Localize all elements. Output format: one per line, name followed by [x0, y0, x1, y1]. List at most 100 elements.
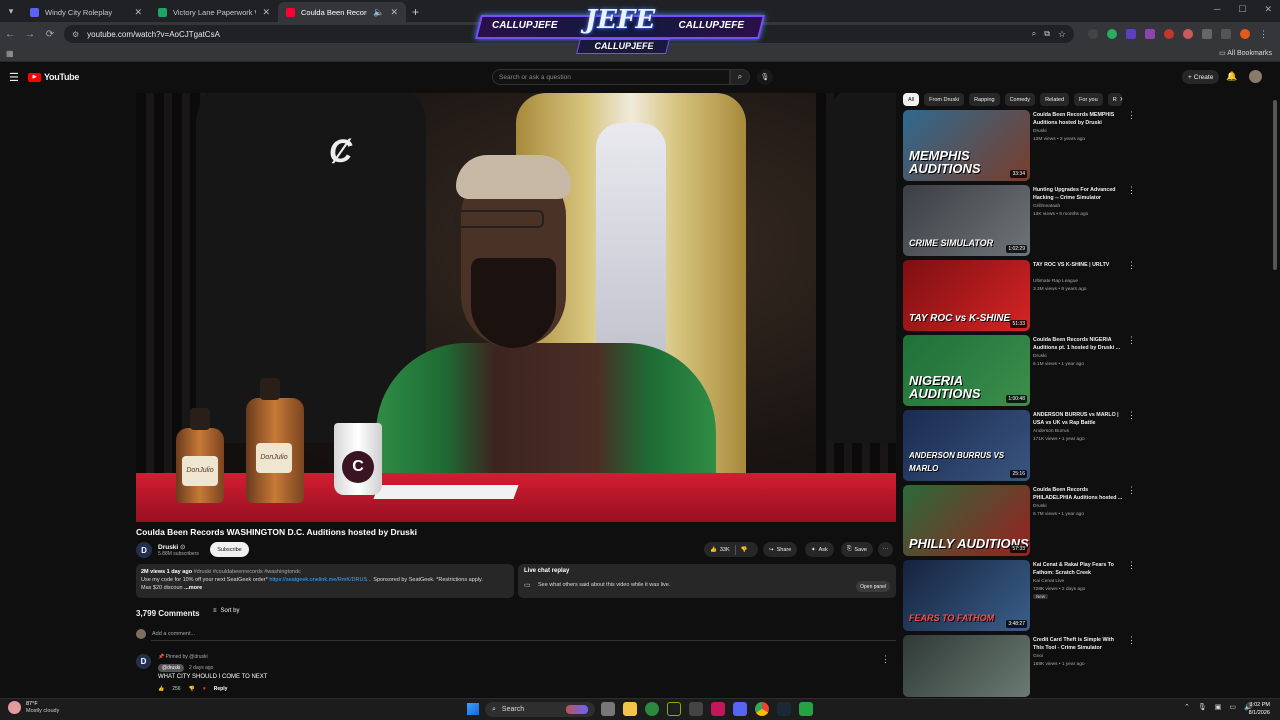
scrollbar-thumb[interactable]: [1273, 100, 1277, 270]
app-icon[interactable]: [799, 702, 813, 716]
like-count[interactable]: 33K: [720, 547, 730, 553]
maximize-icon[interactable]: ☐: [1238, 4, 1246, 15]
all-bookmarks-link[interactable]: ▭ All Bookmarks: [1219, 49, 1272, 57]
steam-icon[interactable]: [777, 702, 791, 716]
microphone-icon[interactable]: 🎙: [757, 69, 773, 85]
file-explorer-icon[interactable]: [623, 702, 637, 716]
youtube-logo[interactable]: ▶ YouTube: [28, 72, 79, 82]
notifications-bell-icon[interactable]: 🔔: [1226, 71, 1237, 82]
windows-start-icon[interactable]: [467, 703, 479, 715]
recommended-video[interactable]: Credit Card Theft is Simple With This To…: [903, 635, 1143, 707]
more-options-icon[interactable]: ⋮: [1127, 560, 1136, 571]
video-thumbnail[interactable]: NIGERIA AUDITIONS 1:00:48: [903, 335, 1030, 406]
chevron-right-icon[interactable]: ›: [1120, 94, 1123, 103]
channel-name[interactable]: Druski: [1033, 129, 1047, 134]
xbox-icon[interactable]: [645, 702, 659, 716]
add-comment-field[interactable]: Add a comment...: [136, 628, 896, 641]
video-thumbnail[interactable]: PHILLY AUDITIONS 57:33: [903, 485, 1030, 556]
close-icon[interactable]: ✕: [262, 7, 270, 18]
reading-list-icon[interactable]: [1221, 29, 1231, 39]
page-scrollbar[interactable]: [1270, 90, 1280, 698]
extensions-puzzle-icon[interactable]: [1202, 29, 1212, 39]
install-icon[interactable]: ⧉: [1044, 29, 1050, 39]
more-options-icon[interactable]: ⋮: [1127, 485, 1136, 496]
chip-related[interactable]: Related: [1040, 93, 1070, 106]
recommended-video[interactable]: NIGERIA AUDITIONS 1:00:48 Coulda Been Rec…: [903, 335, 1143, 407]
chip-comedy[interactable]: Comedy: [1004, 93, 1036, 106]
task-view-icon[interactable]: [601, 702, 615, 716]
system-clock[interactable]: 3:02 PM 8/1/2026: [1249, 701, 1270, 717]
more-options-icon[interactable]: ⋮: [1127, 410, 1136, 421]
recommended-video[interactable]: CRIME SIMULATOR 1:02:29 Hunting Upgrades …: [903, 185, 1143, 257]
nvidia-icon[interactable]: [667, 702, 681, 716]
close-window-icon[interactable]: ✕: [1264, 4, 1272, 15]
description-box[interactable]: 2M views 1 day ago #druski #couldabeenre…: [136, 564, 514, 598]
profile-avatar[interactable]: [1240, 29, 1250, 39]
more-options-icon[interactable]: ⋮: [1127, 635, 1136, 646]
comment-author[interactable]: @druski: [158, 664, 185, 672]
show-more-link[interactable]: ...more: [184, 585, 202, 591]
chrome-icon[interactable]: [755, 702, 769, 716]
commenter-avatar[interactable]: D: [136, 654, 151, 669]
channel-name[interactable]: Anderson Burrus: [1033, 429, 1069, 434]
apps-icon[interactable]: ▦: [6, 49, 14, 58]
channel-name[interactable]: Gnoi: [1033, 654, 1043, 659]
create-button[interactable]: + Create: [1182, 70, 1220, 84]
video-player[interactable]: Ȼ DonJulio DonJulio C: [136, 93, 896, 522]
tab-coulda-been-records[interactable]: Coulda Been Records WASHI 🔈 ✕: [278, 2, 406, 22]
comment-menu-icon[interactable]: ⋮: [881, 654, 890, 665]
comment-time[interactable]: 2 days ago: [189, 665, 213, 671]
network-icon[interactable]: ▭: [1229, 703, 1236, 711]
app-icon[interactable]: [711, 702, 725, 716]
extension-icon[interactable]: [1088, 29, 1098, 39]
tab-search-icon[interactable]: ▾: [0, 0, 22, 22]
recommended-video[interactable]: MEMPHIS AUDITIONS 33:34 Coulda Been Recor…: [903, 110, 1143, 182]
app-tray-icon[interactable]: ▣: [1215, 703, 1222, 711]
discord-icon[interactable]: [733, 702, 747, 716]
channel-name[interactable]: Kai Cenat Live: [1033, 579, 1064, 584]
comment-like-icon[interactable]: 👍: [158, 686, 164, 692]
hashtags[interactable]: #druski #couldabeenrecords #washingtondc: [194, 569, 301, 575]
sort-by-button[interactable]: ≡ Sort by: [213, 608, 240, 614]
share-button[interactable]: ↪ Share: [763, 542, 798, 557]
like-icon[interactable]: 👍: [710, 547, 717, 553]
menu-icon[interactable]: ⋮: [1259, 29, 1268, 40]
video-thumbnail[interactable]: ANDERSON BURRUS VS MARLO 25:16: [903, 410, 1030, 481]
minimize-icon[interactable]: ─: [1214, 4, 1220, 15]
ask-button[interactable]: ✦ Ask: [805, 542, 834, 557]
more-options-icon[interactable]: ⋮: [1127, 110, 1136, 121]
channel-name[interactable]: Ultimate Rap League: [1033, 279, 1078, 284]
close-icon[interactable]: ✕: [134, 7, 142, 18]
video-title[interactable]: ANDERSON BURRUS vs MARLO | USA vs UK vs …: [1033, 412, 1125, 427]
bookmark-star-icon[interactable]: ☆: [1058, 29, 1066, 40]
reload-icon[interactable]: ⟳: [40, 29, 60, 40]
video-title[interactable]: TAY ROC VS K-SHINE | URLTV: [1033, 262, 1125, 270]
weather-widget[interactable]: 87°F Mostly cloudy: [8, 701, 59, 714]
audio-icon[interactable]: 🔈: [373, 7, 384, 18]
back-icon[interactable]: ←: [0, 29, 20, 40]
sponsor-link[interactable]: https://seatgeek.onelink.me/RmK/DRUS...: [269, 577, 371, 583]
search-input[interactable]: Search or ask a question: [492, 69, 730, 85]
channel-name[interactable]: Druski: [1033, 504, 1047, 509]
channel-name[interactable]: Grillmeataah: [1033, 204, 1060, 209]
chip-from-druski[interactable]: From Druski: [924, 93, 965, 106]
more-options-icon[interactable]: ⋮: [1127, 260, 1136, 271]
chevron-up-icon[interactable]: ⌃: [1184, 703, 1190, 711]
video-title[interactable]: Hunting Upgrades For Advanced Hacking --…: [1033, 187, 1125, 202]
recommended-video[interactable]: FEARS TO FATHOM 3:48:27 Kai Cenat & Rakai…: [903, 560, 1143, 632]
extension-icon[interactable]: [1126, 29, 1136, 39]
extension-icon[interactable]: [1183, 29, 1193, 39]
video-thumbnail[interactable]: TAY ROC vs K-SHINE 51:33: [903, 260, 1030, 331]
taskbar-search[interactable]: ⌕ Search: [485, 702, 595, 717]
mic-tray-icon[interactable]: 🎙: [1198, 703, 1207, 711]
extension-icon[interactable]: [1164, 29, 1174, 39]
close-icon[interactable]: ✕: [390, 7, 398, 18]
new-tab-button[interactable]: +: [412, 5, 419, 19]
comment-dislike-icon[interactable]: 👎: [189, 686, 195, 692]
more-options-icon[interactable]: ⋮: [1127, 185, 1136, 196]
guide-menu-icon[interactable]: ☰: [9, 71, 19, 84]
extension-icon[interactable]: [1107, 29, 1117, 39]
zoom-icon[interactable]: ⌕: [1032, 29, 1036, 39]
chip-rapping[interactable]: Rapping: [969, 93, 1000, 106]
video-thumbnail[interactable]: CRIME SIMULATOR 1:02:29: [903, 185, 1030, 256]
